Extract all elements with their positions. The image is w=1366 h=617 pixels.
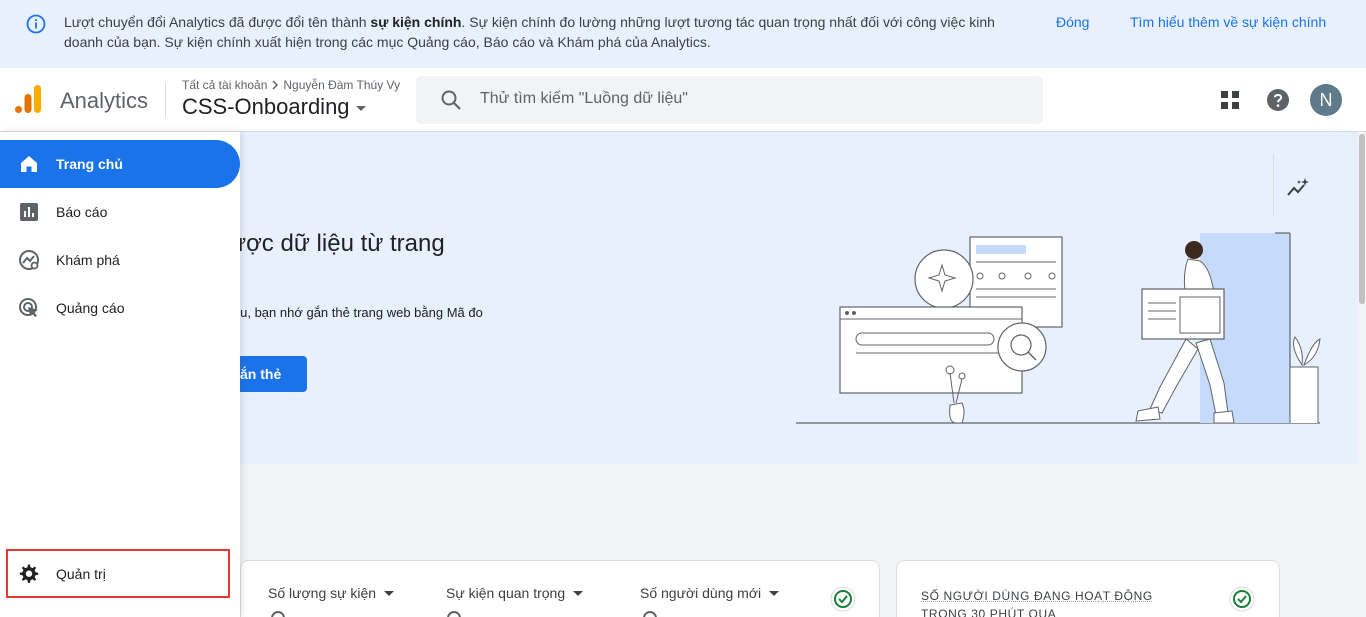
chevron-right-icon [272, 80, 279, 90]
metric-value-placeholder [643, 611, 657, 617]
metric-value-placeholder [447, 611, 461, 617]
sidebar-item-explore[interactable]: Khám phá [0, 236, 240, 284]
sidebar: Trang chủ Báo cáo Khám phá Quảng cáo Quả… [0, 132, 240, 617]
sidebar-item-label: Quảng cáo [56, 300, 125, 316]
property-selector[interactable]: CSS-Onboarding [182, 94, 366, 120]
sidebar-item-home[interactable]: Trang chủ [0, 140, 240, 188]
metric-label: Số người dùng mới [640, 585, 762, 601]
breadcrumb[interactable]: Tất cả tài khoản Nguyễn Đàm Thúy Vy [182, 78, 400, 92]
app-name: Analytics [60, 88, 149, 113]
sidebar-item-label: Báo cáo [56, 204, 108, 220]
dropdown-caret-icon [769, 590, 780, 596]
notification-banner: Lượt chuyển đổi Analytics đã được đổi tê… [0, 0, 1366, 68]
home-icon [21, 156, 37, 172]
check-circle-icon[interactable] [1229, 586, 1255, 612]
search-box[interactable] [416, 76, 1043, 124]
metric-value-placeholder [271, 611, 285, 617]
gear-icon [19, 564, 39, 583]
sidebar-item-label: Khám phá [56, 252, 120, 268]
banner-text-bold: sự kiện chính [370, 14, 462, 30]
metric-label: Sự kiện quan trọng [446, 585, 566, 601]
sidebar-item-label: Trang chủ [56, 156, 123, 172]
realtime-title: SỐ NGƯỜI DÙNG ĐANG HOẠT ĐỘNG TRONG 30 PH… [921, 589, 1153, 617]
top-header: Analytics Tất cả tài khoản Nguyễn Đàm Th… [0, 68, 1366, 132]
scrollbar-thumb[interactable] [1359, 134, 1365, 304]
scrollbar[interactable] [1358, 132, 1366, 617]
check-circle-icon[interactable] [830, 586, 856, 612]
bar-chart-icon [20, 203, 38, 221]
help-icon[interactable] [1266, 88, 1290, 112]
search-icon [441, 90, 461, 110]
dropdown-caret-icon [355, 106, 366, 111]
info-icon [26, 14, 46, 34]
analytics-logo-icon[interactable] [14, 84, 42, 114]
dropdown-caret-icon [573, 590, 584, 596]
dropdown-caret-icon [384, 590, 395, 596]
search-input[interactable] [480, 90, 1020, 108]
hero-illustration [796, 232, 1321, 424]
banner-message: Lượt chuyển đổi Analytics đã được đổi tê… [64, 12, 1024, 52]
insights-icon[interactable] [1286, 176, 1310, 200]
breadcrumb-root[interactable]: Tất cả tài khoản [182, 78, 267, 92]
metric-selector-new-users[interactable]: Số người dùng mới [640, 585, 780, 601]
sidebar-item-reports[interactable]: Báo cáo [0, 188, 240, 236]
metric-selector-key-events[interactable]: Sự kiện quan trọng [446, 585, 584, 601]
sidebar-item-label: Quản trị [56, 566, 106, 582]
hero-description: iệu, bạn nhớ gắn thẻ trang web bằng Mã đ… [230, 305, 483, 320]
metrics-card: Số lượng sự kiện Sự kiện quan trọng Số n… [240, 560, 880, 617]
breadcrumb-account[interactable]: Nguyễn Đàm Thúy Vy [283, 78, 400, 92]
explore-icon [19, 250, 39, 270]
realtime-card: SỐ NGƯỜI DÙNG ĐANG HOẠT ĐỘNG TRONG 30 PH… [896, 560, 1280, 617]
metric-selector-events[interactable]: Số lượng sự kiện [268, 585, 395, 601]
hero-title: ược dữ liệu từ trang [230, 230, 445, 257]
metric-label: Số lượng sự kiện [268, 585, 377, 601]
sidebar-item-advertising[interactable]: Quảng cáo [0, 284, 240, 332]
header-divider [165, 82, 166, 118]
property-name: CSS-Onboarding [182, 94, 350, 119]
banner-text-part: Lượt chuyển đổi Analytics đã được đổi tê… [64, 14, 371, 30]
ads-icon [19, 298, 38, 317]
sidebar-item-admin[interactable]: Quản trị [6, 549, 230, 598]
apps-grid-icon[interactable] [1218, 88, 1242, 112]
insights-divider [1273, 154, 1274, 216]
banner-close-button[interactable]: Đóng [1056, 14, 1089, 30]
banner-learn-more-link[interactable]: Tìm hiểu thêm về sự kiện chính [1130, 14, 1326, 30]
avatar[interactable]: N [1310, 84, 1342, 116]
